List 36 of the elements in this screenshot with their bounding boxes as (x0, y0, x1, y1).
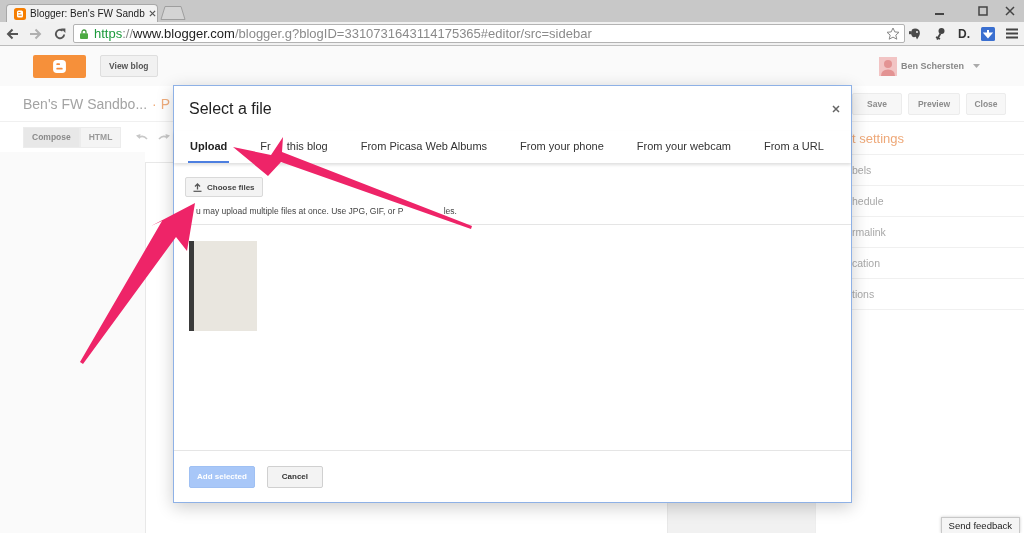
feedback-button[interactable]: Send feedback (940, 517, 1020, 533)
pin-icon[interactable] (933, 26, 947, 41)
close-icon[interactable] (148, 10, 156, 17)
dialog-button[interactable]: Cancel (266, 465, 324, 488)
menu-icon[interactable] (1006, 28, 1018, 39)
dialog-tab[interactable]: From your phone (518, 139, 606, 153)
star-icon[interactable] (886, 26, 900, 41)
dialog-tab[interactable]: From your webcam (634, 139, 733, 153)
post-title: · P (152, 95, 170, 112)
close-icon[interactable] (1005, 6, 1015, 16)
logo-icon (52, 58, 67, 74)
view-blog-button[interactable]: View blog (100, 55, 158, 77)
browser-tab[interactable]: Blogger: Ben's FW Sandb (6, 4, 158, 22)
logo-icon (14, 7, 26, 20)
dialog-tab[interactable]: From Picasa Web Albums (358, 139, 490, 153)
dialog-tab[interactable]: Upload (188, 131, 230, 163)
photo-placeholder[interactable] (189, 241, 257, 331)
dialog-tab[interactable]: Fr this blog (258, 139, 330, 153)
blog-title: Ben's FW Sandbo... (23, 95, 148, 112)
user-name[interactable]: Ben Schersten (900, 61, 964, 71)
close-button[interactable] (832, 104, 840, 113)
choose-files-button[interactable]: Choose files (185, 177, 263, 197)
address-field[interactable]: https://www.blogger.com/blogger.g?blogID=3310731643114175365#editor/src=sidebar (73, 24, 905, 43)
maximize-icon[interactable] (978, 6, 988, 16)
upload-hint: u may upload multiple files at once. Use JPG, GIF, or P les. (196, 206, 458, 216)
url-text: https://www.blogger.com/blogger.g?blogID=3310731643114175365#editor/src=sidebar (94, 26, 593, 41)
minimize-icon[interactable] (935, 12, 944, 16)
reload-icon[interactable] (54, 27, 66, 40)
close-icon (832, 104, 840, 113)
dialog-title: Select a file (189, 99, 272, 118)
lock-icon (80, 28, 88, 39)
extension-button[interactable]: D. (958, 26, 970, 41)
elephant-icon[interactable] (908, 26, 922, 41)
upload-icon (193, 182, 202, 192)
back-icon[interactable] (5, 27, 19, 40)
download-icon[interactable] (981, 26, 995, 41)
